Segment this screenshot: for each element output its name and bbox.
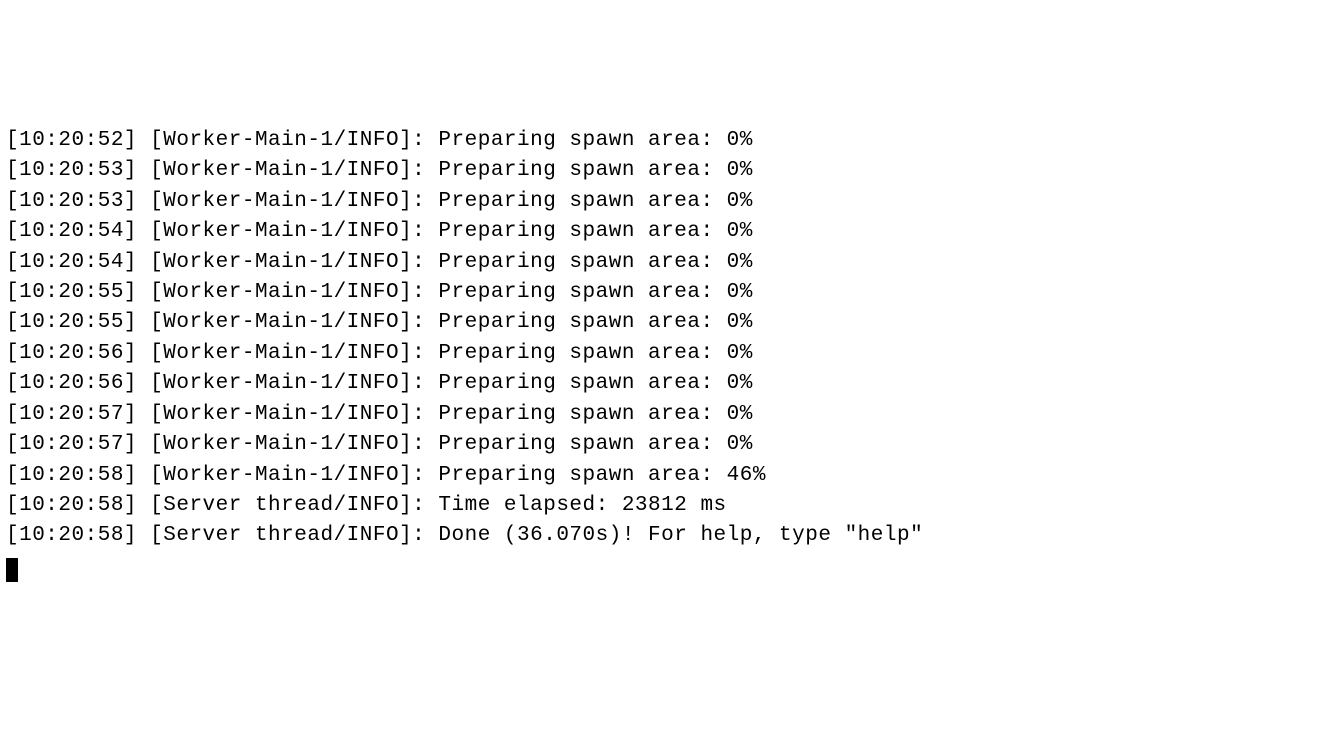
log-message: Preparing spawn area: 0%: [438, 251, 752, 274]
log-line: [10:20:55] [Worker-Main-1/INFO]: Prepari…: [6, 278, 1323, 308]
log-source: [Worker-Main-1/INFO]:: [150, 433, 425, 456]
log-message: Preparing spawn area: 0%: [438, 433, 752, 456]
log-line: [10:20:57] [Worker-Main-1/INFO]: Prepari…: [6, 430, 1323, 460]
log-message: Preparing spawn area: 0%: [438, 281, 752, 304]
log-timestamp: [10:20:56]: [6, 342, 137, 365]
log-timestamp: [10:20:54]: [6, 251, 137, 274]
input-line[interactable]: [6, 552, 1323, 582]
log-timestamp: [10:20:54]: [6, 220, 137, 243]
log-line: [10:20:54] [Worker-Main-1/INFO]: Prepari…: [6, 248, 1323, 278]
log-source: [Worker-Main-1/INFO]:: [150, 403, 425, 426]
log-timestamp: [10:20:57]: [6, 433, 137, 456]
log-line: [10:20:58] [Worker-Main-1/INFO]: Prepari…: [6, 461, 1323, 491]
log-source: [Worker-Main-1/INFO]:: [150, 281, 425, 304]
log-line: [10:20:58] [Server thread/INFO]: Done (3…: [6, 521, 1323, 551]
log-message: Preparing spawn area: 0%: [438, 372, 752, 395]
log-timestamp: [10:20:58]: [6, 494, 137, 517]
log-timestamp: [10:20:52]: [6, 129, 137, 152]
log-message: Preparing spawn area: 46%: [438, 464, 766, 487]
log-line: [10:20:52] [Worker-Main-1/INFO]: Prepari…: [6, 126, 1323, 156]
log-timestamp: [10:20:55]: [6, 311, 137, 334]
log-timestamp: [10:20:58]: [6, 524, 137, 547]
log-source: [Worker-Main-1/INFO]:: [150, 372, 425, 395]
log-line: [10:20:56] [Worker-Main-1/INFO]: Prepari…: [6, 369, 1323, 399]
log-message: Done (36.070s)! For help, type "help": [438, 524, 923, 547]
log-line: [10:20:58] [Server thread/INFO]: Time el…: [6, 491, 1323, 521]
log-source: [Worker-Main-1/INFO]:: [150, 251, 425, 274]
log-source: [Worker-Main-1/INFO]:: [150, 311, 425, 334]
log-line: [10:20:55] [Worker-Main-1/INFO]: Prepari…: [6, 308, 1323, 338]
log-source: [Worker-Main-1/INFO]:: [150, 129, 425, 152]
log-message: Preparing spawn area: 0%: [438, 129, 752, 152]
log-timestamp: [10:20:55]: [6, 281, 137, 304]
log-source: [Server thread/INFO]:: [150, 494, 425, 517]
log-message: Preparing spawn area: 0%: [438, 159, 752, 182]
log-timestamp: [10:20:58]: [6, 464, 137, 487]
log-timestamp: [10:20:57]: [6, 403, 137, 426]
log-timestamp: [10:20:56]: [6, 372, 137, 395]
log-timestamp: [10:20:53]: [6, 190, 137, 213]
log-source: [Worker-Main-1/INFO]:: [150, 464, 425, 487]
log-source: [Server thread/INFO]:: [150, 524, 425, 547]
log-line: [10:20:57] [Worker-Main-1/INFO]: Prepari…: [6, 400, 1323, 430]
cursor-icon: [6, 558, 18, 582]
log-line: [10:20:54] [Worker-Main-1/INFO]: Prepari…: [6, 217, 1323, 247]
log-message: Preparing spawn area: 0%: [438, 403, 752, 426]
log-line: [10:20:53] [Worker-Main-1/INFO]: Prepari…: [6, 156, 1323, 186]
log-source: [Worker-Main-1/INFO]:: [150, 342, 425, 365]
log-message: Time elapsed: 23812 ms: [438, 494, 726, 517]
console-output[interactable]: [10:20:52] [Worker-Main-1/INFO]: Prepari…: [6, 126, 1323, 583]
log-line: [10:20:53] [Worker-Main-1/INFO]: Prepari…: [6, 187, 1323, 217]
log-message: Preparing spawn area: 0%: [438, 190, 752, 213]
log-message: Preparing spawn area: 0%: [438, 311, 752, 334]
log-message: Preparing spawn area: 0%: [438, 220, 752, 243]
log-timestamp: [10:20:53]: [6, 159, 137, 182]
log-message: Preparing spawn area: 0%: [438, 342, 752, 365]
log-source: [Worker-Main-1/INFO]:: [150, 190, 425, 213]
log-source: [Worker-Main-1/INFO]:: [150, 159, 425, 182]
log-source: [Worker-Main-1/INFO]:: [150, 220, 425, 243]
log-line: [10:20:56] [Worker-Main-1/INFO]: Prepari…: [6, 339, 1323, 369]
